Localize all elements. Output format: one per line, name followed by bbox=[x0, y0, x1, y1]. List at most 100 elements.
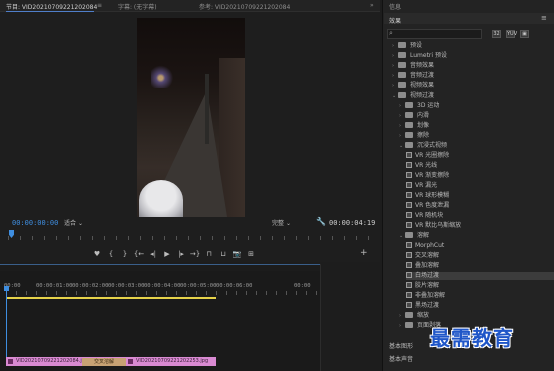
timeline-tracks[interactable] bbox=[6, 300, 318, 355]
effects-folder[interactable]: ⌄ 视频过渡 bbox=[392, 92, 554, 100]
effects-folder[interactable]: › 划像 bbox=[399, 122, 554, 130]
effects-item[interactable]: 胶片溶解 bbox=[406, 282, 554, 290]
effects-item-label: MorphCut bbox=[415, 242, 445, 249]
lift-icon[interactable]: ⊓ bbox=[202, 248, 216, 260]
settings-wrench-icon[interactable]: 🔧 bbox=[316, 217, 326, 226]
tab-info[interactable]: 信息 bbox=[389, 2, 401, 11]
ruler-timecode: 00:00:05:00 bbox=[180, 283, 217, 289]
effects-folder[interactable]: › 预设 bbox=[392, 42, 554, 50]
effects-item[interactable]: VR 渐变擦除 bbox=[406, 172, 554, 180]
playback-quality-select[interactable]: 完整 ⌄ bbox=[272, 218, 312, 227]
timeline-tab-bar bbox=[0, 264, 320, 271]
effects-item[interactable]: VR 光线 bbox=[406, 162, 554, 170]
in-point-icon[interactable]: { bbox=[104, 248, 118, 260]
folder-icon bbox=[398, 42, 406, 48]
ruler-timecode: 00:00 bbox=[294, 283, 311, 289]
folder-icon bbox=[405, 312, 413, 318]
add-button-icon[interactable]: + bbox=[360, 248, 368, 258]
effects-item-label: VR 默比乌斯缩放 bbox=[415, 222, 462, 229]
step-forward-icon[interactable]: |▸ bbox=[174, 248, 188, 260]
effects-item-label: 视频效果 bbox=[410, 82, 435, 89]
play-icon[interactable]: ▶ bbox=[160, 248, 174, 260]
active-tab-indicator bbox=[6, 11, 94, 12]
transition-effect-icon bbox=[406, 172, 412, 178]
effects-folder[interactable]: › 缩放 bbox=[399, 312, 554, 320]
transition-effect-icon bbox=[406, 222, 412, 228]
export-frame-icon[interactable]: 📷 bbox=[230, 248, 244, 260]
folder-icon bbox=[405, 232, 413, 238]
effects-folder[interactable]: › 音频效果 bbox=[392, 62, 554, 70]
effects-item[interactable]: 白场过渡 bbox=[406, 272, 554, 280]
zoom-fit-value: 适合 bbox=[64, 220, 77, 227]
effects-search-input[interactable] bbox=[387, 29, 482, 39]
transition-effect-icon bbox=[406, 272, 412, 278]
transition-clip[interactable]: 交叉溶解 bbox=[82, 358, 126, 366]
timeline-playhead[interactable] bbox=[6, 287, 7, 359]
fx-badge-icon bbox=[128, 359, 133, 364]
ruler-timecode: 00:00:04:00 bbox=[144, 283, 181, 289]
monitor-time-ruler[interactable] bbox=[8, 232, 378, 242]
effects-item-label: 预设 bbox=[410, 42, 423, 49]
effects-item[interactable]: 黑场过渡 bbox=[406, 302, 554, 310]
folder-icon bbox=[405, 142, 413, 148]
effects-item[interactable]: VR 球形模糊 bbox=[406, 192, 554, 200]
folder-icon bbox=[405, 322, 413, 328]
video-clip[interactable]: VID20210709221202253.jpg bbox=[126, 357, 216, 366]
effects-item[interactable]: VR 光圈擦除 bbox=[406, 152, 554, 160]
go-to-out-icon[interactable]: →} bbox=[188, 248, 202, 260]
transition-effect-icon bbox=[406, 152, 412, 158]
tab-program[interactable]: 节目: VID20210709221202084 bbox=[6, 2, 97, 11]
effects-folder[interactable]: › 内滑 bbox=[399, 112, 554, 120]
effects-folder[interactable]: › 视频效果 bbox=[392, 82, 554, 90]
folder-icon bbox=[405, 102, 413, 108]
work-area-bar[interactable] bbox=[6, 297, 216, 299]
current-timecode[interactable]: 00:00:00:00 bbox=[12, 219, 58, 227]
accelerated-effects-filter-icon[interactable]: 32 bbox=[492, 30, 501, 38]
effects-folder[interactable]: › 擦除 bbox=[399, 132, 554, 140]
folder-icon bbox=[398, 62, 406, 68]
tab-reference[interactable]: 参考: VID20210709221202084 bbox=[199, 2, 290, 11]
marker-icon[interactable]: ♥ bbox=[90, 248, 104, 260]
clip-label: VID20210709221202084.jpg bbox=[16, 358, 89, 364]
effects-folder[interactable]: › Lumetri 预设 bbox=[392, 52, 554, 60]
effects-item[interactable]: VR 色度泄漏 bbox=[406, 202, 554, 210]
effects-folder[interactable]: › 3D 运动 bbox=[399, 102, 554, 110]
effects-item[interactable]: 叠加溶解 bbox=[406, 262, 554, 270]
tab-effects[interactable]: 效果 bbox=[389, 16, 401, 25]
tab-captions[interactable]: 字幕: (无字幕) bbox=[118, 2, 157, 11]
32bit-color-filter-icon[interactable]: YUV bbox=[506, 30, 517, 38]
effects-menu-icon[interactable]: ≡ bbox=[541, 14, 547, 22]
out-point-icon[interactable]: } bbox=[118, 248, 132, 260]
transition-effect-icon bbox=[406, 242, 412, 248]
effects-item[interactable]: 非叠加溶解 bbox=[406, 292, 554, 300]
chevron-down-icon: ⌄ bbox=[285, 220, 291, 227]
yuv-filter-icon[interactable]: ▣ bbox=[520, 30, 529, 38]
extract-icon[interactable]: ⊔ bbox=[216, 248, 230, 260]
basic-graphics-panel[interactable]: 基本图形 bbox=[389, 341, 413, 350]
effects-folder[interactable]: › 音频过渡 bbox=[392, 72, 554, 80]
zoom-fit-select[interactable]: 适合 ⌄ bbox=[64, 218, 104, 227]
effects-item[interactable]: VR 随机块 bbox=[406, 212, 554, 220]
timeline-playhead-handle[interactable] bbox=[4, 286, 9, 291]
effects-folder[interactable]: ⌄ 沉浸式视频 bbox=[399, 142, 554, 150]
effects-folder[interactable]: ⌄ 溶解 bbox=[399, 232, 554, 240]
effects-item[interactable]: VR 默比乌斯缩放 bbox=[406, 222, 554, 230]
effects-item[interactable]: MorphCut bbox=[406, 242, 554, 250]
step-back-icon[interactable]: ◂| bbox=[146, 248, 160, 260]
effects-item[interactable]: 交叉溶解 bbox=[406, 252, 554, 260]
compare-icon[interactable]: ⊞ bbox=[244, 248, 258, 260]
effects-item-label: VR 色度泄漏 bbox=[415, 202, 450, 209]
folder-icon bbox=[398, 82, 406, 88]
video-preview[interactable] bbox=[137, 18, 245, 217]
effects-item-label: 内滑 bbox=[417, 112, 430, 119]
transition-effect-icon bbox=[406, 292, 412, 298]
transition-effect-icon bbox=[406, 302, 412, 308]
basic-sound-panel[interactable]: 基本声音 bbox=[389, 354, 413, 363]
transition-effect-icon bbox=[406, 262, 412, 268]
effects-item-label: 缩放 bbox=[417, 312, 430, 319]
go-to-in-icon[interactable]: {← bbox=[132, 248, 146, 260]
effects-item[interactable]: VR 漏光 bbox=[406, 182, 554, 190]
tab-program-menu-icon[interactable]: ≡ bbox=[97, 2, 102, 9]
monitor-panel-menu-icon[interactable]: » bbox=[370, 2, 374, 9]
panel-divider[interactable] bbox=[320, 264, 321, 371]
